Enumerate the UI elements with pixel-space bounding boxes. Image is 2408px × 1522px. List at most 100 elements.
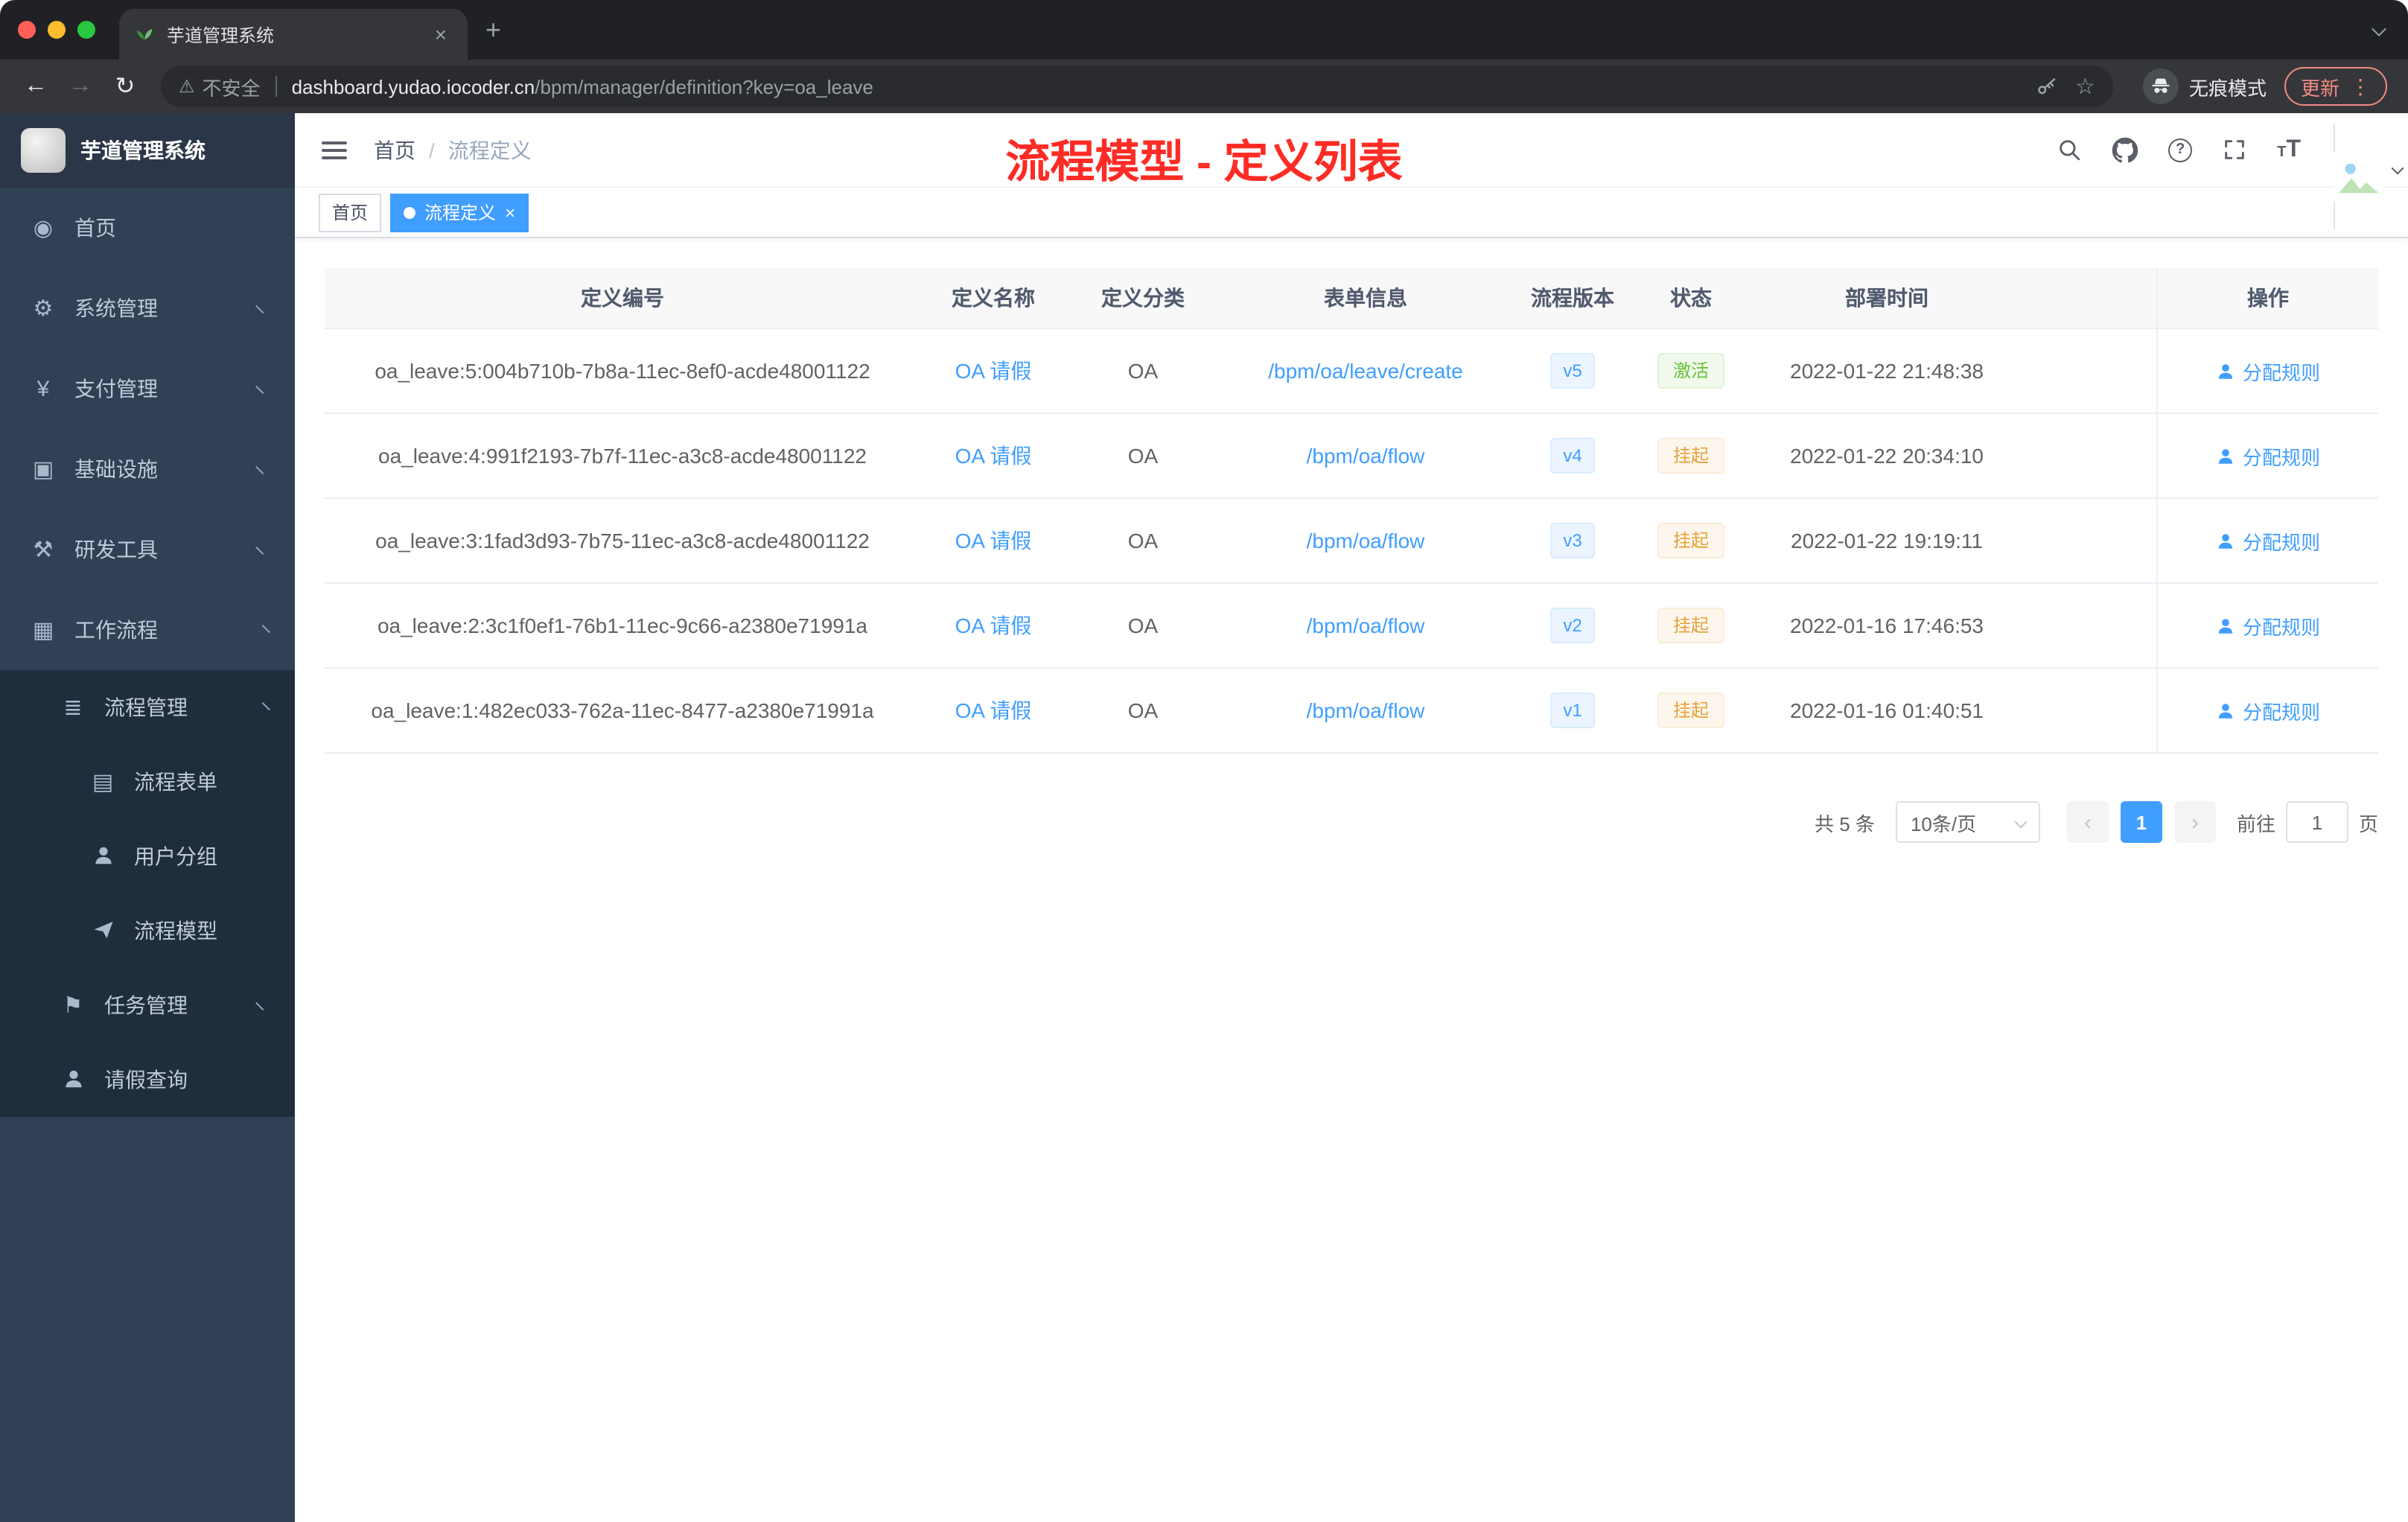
zoom-window-button[interactable] [77, 21, 95, 39]
definition-name-link[interactable]: OA 请假 [955, 356, 1032, 386]
assign-rule-link[interactable]: 分配规则 [2216, 526, 2320, 555]
sidebar-item-process-form[interactable]: ▤ 流程表单 [0, 745, 295, 819]
sidebar-logo[interactable]: 芋道管理系统 [0, 113, 295, 188]
table-cell: v4 [1512, 414, 1634, 497]
forward-button[interactable]: → [60, 66, 101, 107]
chevron-down-icon [255, 299, 270, 314]
deploy-time: 2022-01-16 17:46:53 [1790, 614, 1984, 637]
back-button[interactable]: ← [15, 66, 57, 107]
definition-name-link[interactable]: OA 请假 [955, 695, 1032, 725]
minimize-window-button[interactable] [48, 21, 66, 39]
close-window-button[interactable] [18, 21, 36, 39]
form-link[interactable]: /bpm/oa/leave/create [1268, 359, 1463, 383]
table-cell: OA 请假 [920, 669, 1066, 752]
sidebar-item-payment[interactable]: ¥ 支付管理 [0, 348, 295, 429]
action-label: 分配规则 [2242, 361, 2320, 383]
sidebar-item-process-management[interactable]: ≣ 流程管理 [0, 670, 295, 745]
chevron-down-icon [255, 379, 270, 395]
definition-name-link[interactable]: OA 请假 [955, 526, 1032, 555]
tab-close-icon[interactable]: × [429, 21, 453, 48]
github-icon[interactable] [2112, 136, 2138, 163]
sidebar-item-home[interactable]: ◉ 首页 [0, 188, 295, 268]
reload-button[interactable]: ↻ [104, 66, 146, 107]
incognito-icon [2142, 69, 2179, 104]
table-cell [2025, 499, 2158, 582]
sidebar-item-label: 首页 [74, 216, 116, 240]
help-icon[interactable]: ? [2168, 138, 2193, 162]
tag-home[interactable]: 首页 [319, 193, 382, 232]
action-label: 分配规则 [2242, 531, 2320, 553]
breadcrumb: 首页 / 流程定义 [374, 135, 532, 165]
definition-name-link[interactable]: OA 请假 [955, 611, 1032, 640]
logo-avatar [21, 128, 66, 173]
definition-name-link[interactable]: OA 请假 [955, 441, 1032, 471]
sidebar-item-label: 系统管理 [74, 296, 158, 320]
tag-close-icon[interactable]: × [505, 203, 515, 221]
sidebar-item-devtools[interactable]: ⚒ 研发工具 [0, 509, 295, 590]
password-key-icon[interactable] [2035, 75, 2057, 98]
pagination: 共 5 条 10条/页 ‹ 1 › 前往 页 [325, 801, 2378, 843]
col-filler [2025, 268, 2158, 328]
sidebar-item-workflow[interactable]: ▦ 工作流程 [0, 590, 295, 670]
sidebar-item-task-management[interactable]: ⚑ 任务管理 [0, 968, 295, 1042]
sidebar-item-process-model[interactable]: 流程模型 [0, 894, 295, 968]
browser-tab[interactable]: 芋道管理系统 × [119, 9, 468, 60]
browser-update-button[interactable]: 更新 ⋮ [2284, 67, 2387, 106]
address-bar[interactable]: ⚠ 不安全 dashboard.yudao.iocoder.cn/bpm/man… [161, 66, 2113, 107]
user-avatar-menu[interactable] [2334, 123, 2404, 229]
assign-rule-link[interactable]: 分配规则 [2216, 357, 2320, 385]
new-tab-button[interactable]: + [485, 16, 501, 43]
sidebar-item-label: 流程表单 [134, 770, 217, 794]
assign-rule-link[interactable]: 分配规则 [2216, 611, 2320, 640]
table-cell: 挂起 [1634, 584, 1748, 667]
prev-page-button[interactable]: ‹ [2066, 801, 2109, 843]
page-size-select[interactable]: 10条/页 [1895, 801, 2040, 843]
menu-dots-icon[interactable]: ⋮ [2350, 76, 2371, 97]
form-link[interactable]: /bpm/oa/flow [1307, 529, 1425, 553]
definition-id: oa_leave:4:991f2193-7b7f-11ec-a3c8-acde4… [378, 444, 867, 468]
assign-rule-link[interactable]: 分配规则 [2216, 696, 2320, 725]
version-badge: v3 [1549, 523, 1596, 558]
table-cell: OA 请假 [920, 499, 1066, 582]
form-link[interactable]: /bpm/oa/flow [1307, 614, 1425, 637]
sidebar-item-user-group[interactable]: 用户分组 [0, 819, 295, 894]
col-definition-id: 定义编号 [581, 286, 664, 310]
bookmark-star-icon[interactable]: ☆ [2075, 75, 2095, 98]
font-size-icon[interactable]: TT [2277, 137, 2301, 162]
table-cell: OA 请假 [920, 329, 1066, 413]
window-controls [0, 21, 119, 39]
page-1-button[interactable]: 1 [2120, 801, 2162, 843]
breadcrumb-separator: / [429, 138, 435, 162]
status-badge: 挂起 [1657, 692, 1724, 728]
tab-search-chevron-icon[interactable] [2372, 22, 2386, 36]
breadcrumb-home[interactable]: 首页 [374, 135, 415, 165]
sidebar-item-label: 基础设施 [74, 457, 158, 481]
tag-process-definition[interactable]: 流程定义 × [390, 193, 529, 232]
form-link[interactable]: /bpm/oa/flow [1307, 698, 1425, 722]
sidebar-item-label: 流程管理 [104, 695, 188, 719]
sidebar-toggle-icon[interactable] [319, 135, 350, 165]
sidebar-item-infrastructure[interactable]: ▣ 基础设施 [0, 429, 295, 509]
sidebar-item-leave-query[interactable]: 请假查询 [0, 1042, 295, 1117]
sidebar-item-label: 用户分组 [134, 844, 217, 868]
form-link[interactable]: /bpm/oa/flow [1307, 444, 1425, 468]
browser-toolbar: ← → ↻ ⚠ 不安全 dashboard.yudao.iocoder.cn/b… [0, 60, 2408, 113]
version-badge: v5 [1549, 353, 1596, 389]
fullscreen-icon[interactable] [2222, 137, 2247, 162]
goto-label: 前往 [2236, 812, 2275, 835]
user-icon [2218, 533, 2233, 548]
search-icon[interactable] [2057, 137, 2082, 162]
page-size-value: 10条/页 [1910, 812, 1977, 835]
caret-down-icon [2391, 161, 2404, 174]
sidebar-item-system[interactable]: ⚙ 系统管理 [0, 268, 295, 348]
page-unit-label: 页 [2358, 812, 2378, 835]
security-label[interactable]: 不安全 [203, 72, 261, 101]
table-cell: /bpm/oa/flow [1220, 584, 1512, 667]
deploy-time: 2022-01-22 19:19:11 [1791, 529, 1983, 553]
definition-id: oa_leave:1:482ec033-762a-11ec-8477-a2380… [371, 698, 874, 722]
assign-rule-link[interactable]: 分配规则 [2216, 442, 2320, 470]
user-group-icon [86, 844, 119, 869]
next-page-button[interactable]: › [2173, 801, 2216, 843]
browser-window: 芋道管理系统 × + ← → ↻ ⚠ 不安全 dashboard.yudao.i… [0, 0, 2408, 1522]
goto-page-input[interactable] [2285, 801, 2348, 843]
